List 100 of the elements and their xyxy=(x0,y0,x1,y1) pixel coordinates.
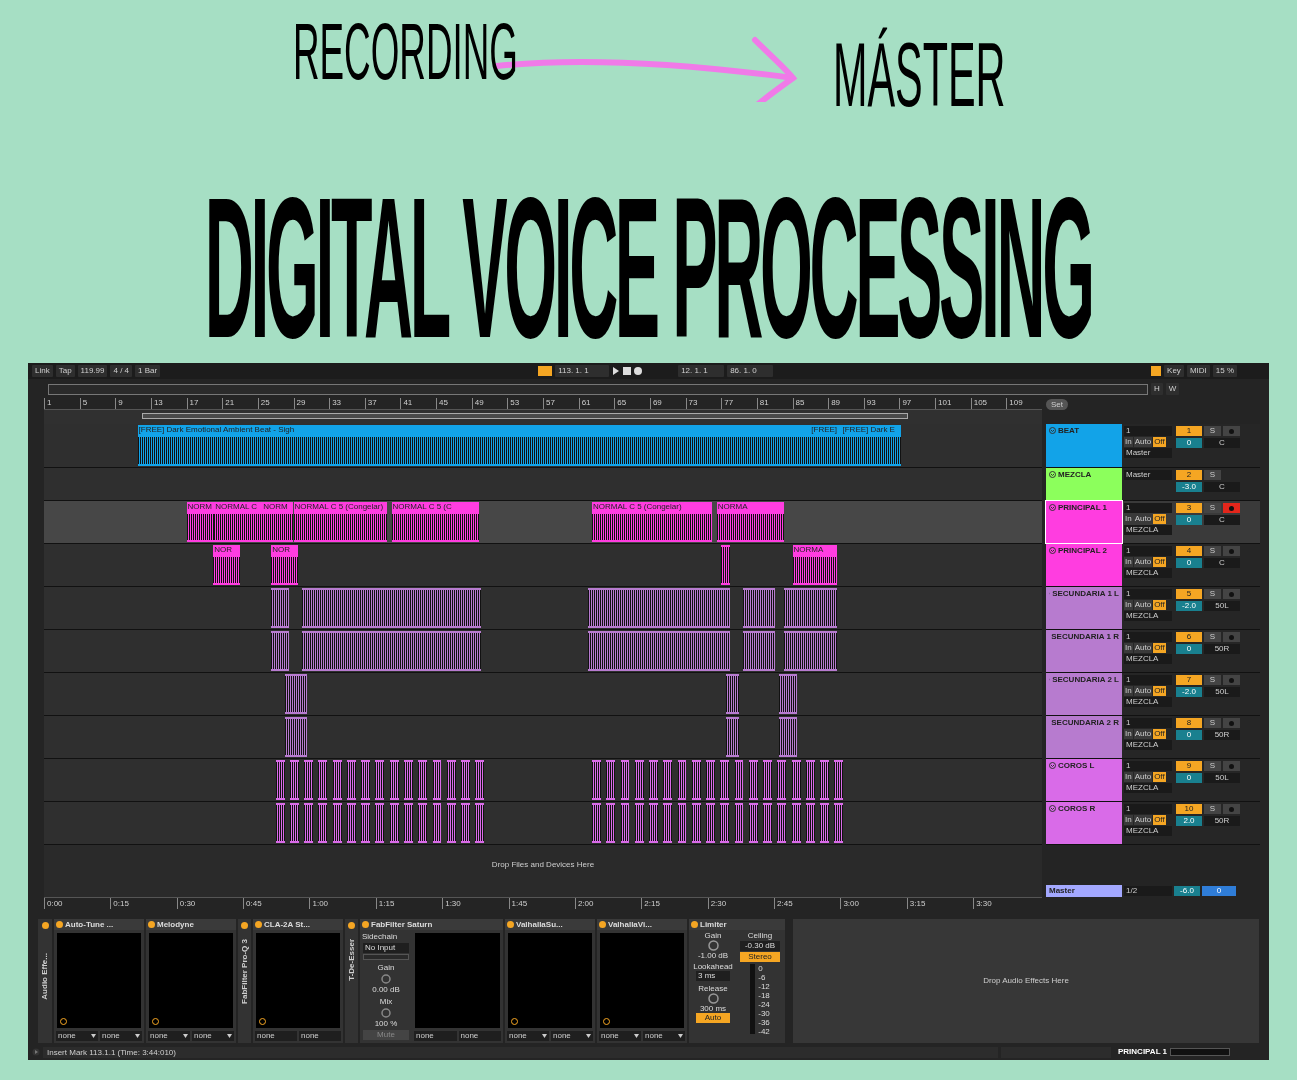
monitor-button[interactable]: Auto xyxy=(1133,643,1153,653)
solo-button[interactable]: S xyxy=(1204,503,1221,513)
track-activator-button[interactable]: 2 xyxy=(1176,470,1202,480)
output-menu[interactable]: MEZCLA xyxy=(1124,740,1172,750)
volume-field[interactable]: 0 xyxy=(1176,438,1202,448)
loop-start-field[interactable]: 12. 1. 1 xyxy=(678,365,725,377)
track-header[interactable]: PRINCIPAL 2 xyxy=(1046,544,1122,586)
ceiling-field[interactable]: -0.30 dB xyxy=(740,941,780,951)
volume-field[interactable]: 2.0 xyxy=(1176,816,1202,826)
macro-selector[interactable]: none xyxy=(100,1031,142,1041)
position-field[interactable]: 113. 1. 1 xyxy=(555,365,610,377)
monitor-button[interactable]: Auto xyxy=(1133,600,1153,610)
time-signature-field[interactable]: 4 / 4 xyxy=(110,365,133,377)
track-header[interactable]: SECUNDARIA 1 L xyxy=(1046,587,1122,629)
track-header[interactable]: BEAT xyxy=(1046,424,1122,467)
monitor-button[interactable]: In xyxy=(1124,600,1133,610)
monitor-button[interactable]: Auto xyxy=(1133,686,1153,696)
solo-button[interactable]: S xyxy=(1204,632,1221,642)
solo-button[interactable]: S xyxy=(1204,675,1221,685)
output-menu[interactable]: MEZCLA xyxy=(1124,654,1172,664)
solo-button[interactable]: S xyxy=(1204,426,1221,436)
midi-button[interactable]: MIDI xyxy=(1186,365,1210,377)
track-activator-button[interactable]: 10 xyxy=(1176,804,1202,814)
pan-field[interactable]: 50L xyxy=(1204,773,1240,783)
auto-release-button[interactable]: Auto xyxy=(696,1013,730,1023)
audio-clip[interactable]: NORMAL C xyxy=(214,502,263,542)
pan-field[interactable]: C xyxy=(1204,515,1240,525)
volume-field[interactable]: -6.0 xyxy=(1174,885,1200,896)
track-header[interactable]: PRINCIPAL 1 xyxy=(1046,501,1122,543)
monitor-button[interactable]: Off xyxy=(1153,729,1166,739)
monitor-button[interactable]: In xyxy=(1124,643,1133,653)
volume-field[interactable]: 0 xyxy=(1176,515,1202,525)
set-button[interactable]: Set xyxy=(1046,399,1068,410)
audio-clip[interactable]: NORM xyxy=(262,502,293,542)
pan-field[interactable]: 50L xyxy=(1204,601,1240,611)
solo-button[interactable]: S xyxy=(1204,761,1221,771)
pan-field[interactable]: 50R xyxy=(1204,730,1240,740)
macro-selector[interactable]: none xyxy=(458,1031,501,1041)
solo-button[interactable]: S xyxy=(1204,470,1221,480)
zoom-button[interactable]: W xyxy=(1165,383,1180,395)
monitor-button[interactable]: Off xyxy=(1153,686,1166,696)
audio-clip[interactable]: NORMAL C 5 (Congelar) xyxy=(592,502,713,542)
output-menu[interactable]: 1/2 xyxy=(1124,885,1172,896)
pan-field[interactable]: 50R xyxy=(1204,644,1240,654)
track-header[interactable]: COROS L xyxy=(1046,759,1122,801)
pan-field[interactable]: C xyxy=(1204,482,1240,492)
monitor-button[interactable]: Off xyxy=(1153,643,1166,653)
lookahead-menu[interactable]: 3 ms xyxy=(696,971,730,981)
audio-clip[interactable]: NORMA xyxy=(792,545,838,585)
monitor-button[interactable]: Auto xyxy=(1133,772,1153,782)
tempo-field[interactable]: 119.99 xyxy=(77,365,108,377)
volume-field[interactable]: 0 xyxy=(1176,773,1202,783)
input-channel-menu[interactable]: 1 xyxy=(1124,426,1172,436)
key-button[interactable]: Key xyxy=(1164,365,1184,377)
audio-clip[interactable]: NOR xyxy=(271,545,298,585)
audio-clip[interactable]: NORMA xyxy=(716,502,784,542)
macro-selector[interactable]: none xyxy=(148,1031,190,1041)
volume-field[interactable]: 0 xyxy=(1176,644,1202,654)
monitor-button[interactable]: In xyxy=(1124,437,1133,447)
volume-field[interactable]: -3.0 xyxy=(1176,482,1202,492)
sidechain-input-menu[interactable]: No Input xyxy=(363,943,409,953)
output-menu[interactable]: MEZCLA xyxy=(1124,525,1172,535)
track-activator-button[interactable]: 4 xyxy=(1176,546,1202,556)
audio-clip[interactable]: [FREE] xyxy=(810,425,842,466)
track-activator-button[interactable]: 6 xyxy=(1176,632,1202,642)
zoom-button[interactable]: H xyxy=(1151,383,1163,395)
solo-button[interactable]: S xyxy=(1204,589,1221,599)
volume-field[interactable]: -2.0 xyxy=(1176,687,1202,697)
audio-clip[interactable]: NORMAL C 5 (C xyxy=(391,502,479,542)
monitor-button[interactable]: In xyxy=(1124,686,1133,696)
input-channel-menu[interactable]: 1 xyxy=(1124,503,1172,513)
track-header[interactable]: COROS R xyxy=(1046,802,1122,844)
input-channel-menu[interactable]: 1 xyxy=(1124,761,1172,771)
track-activator-button[interactable]: 7 xyxy=(1176,675,1202,685)
audio-clip[interactable]: NOR xyxy=(213,545,240,585)
solo-button[interactable]: S xyxy=(1204,804,1221,814)
track-activator-button[interactable]: 9 xyxy=(1176,761,1202,771)
track-activator-button[interactable]: 1 xyxy=(1176,426,1202,436)
output-menu[interactable]: MEZCLA xyxy=(1124,568,1172,578)
monitor-button[interactable]: In xyxy=(1124,772,1133,782)
monitor-button[interactable]: Off xyxy=(1153,557,1166,567)
solo-button[interactable]: S xyxy=(1204,718,1221,728)
audio-clip[interactable]: NORM xyxy=(186,502,215,542)
macro-selector[interactable]: none xyxy=(414,1031,457,1041)
cpu-meter[interactable]: 15 % xyxy=(1212,365,1237,377)
input-channel-menu[interactable]: 1 xyxy=(1124,546,1172,556)
output-menu[interactable]: Master xyxy=(1124,470,1172,480)
pan-field[interactable]: C xyxy=(1204,438,1240,448)
output-menu[interactable]: Master xyxy=(1124,448,1172,458)
volume-field[interactable]: 0 xyxy=(1176,558,1202,568)
output-menu[interactable]: MEZCLA xyxy=(1124,826,1172,836)
loop-length-field[interactable]: 86. 1. 0 xyxy=(727,365,774,377)
audio-clip[interactable]: [FREE] Dark Emotional Ambient Beat - Sigh xyxy=(137,425,811,466)
input-channel-menu[interactable]: 1 xyxy=(1124,675,1172,685)
input-channel-menu[interactable]: 1 xyxy=(1124,718,1172,728)
track-header[interactable]: SECUNDARIA 2 L xyxy=(1046,673,1122,715)
monitor-button[interactable]: Auto xyxy=(1133,437,1153,447)
pan-field[interactable]: 0 xyxy=(1202,885,1236,896)
monitor-button[interactable]: Off xyxy=(1153,772,1166,782)
input-channel-menu[interactable]: 1 xyxy=(1124,589,1172,599)
